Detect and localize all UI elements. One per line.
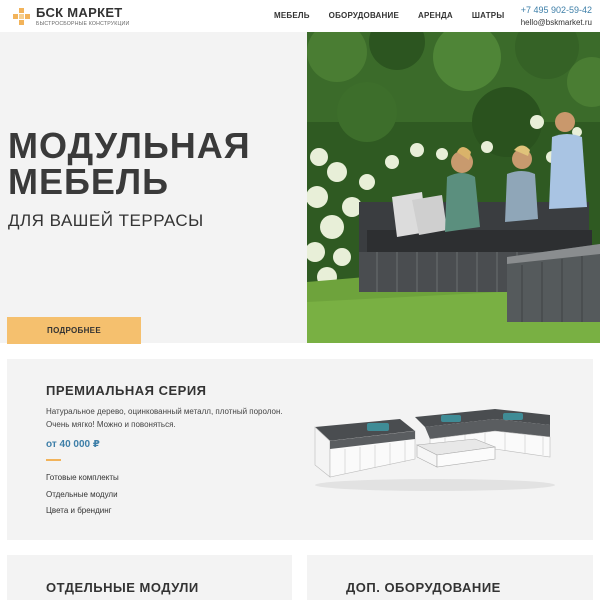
link-ready-sets[interactable]: Готовые комплекты <box>46 473 119 482</box>
nav-item-equipment[interactable]: ОБОРУДОВАНИЕ <box>329 11 399 20</box>
accent-divider <box>46 459 61 461</box>
hero-subtitle: ДЛЯ ВАШЕЙ ТЕРРАСЫ <box>8 211 204 230</box>
nav-item-furniture[interactable]: МЕБЕЛЬ <box>274 11 310 20</box>
separate-modules-title: ОТДЕЛЬНЫЕ МОДУЛИ <box>46 580 199 595</box>
brand-name: БСК МАРКЕТ <box>36 5 123 20</box>
header-contacts: +7 495 902-59-42 hello@bskmarket.ru <box>521 5 592 27</box>
main-nav: МЕБЕЛЬ ОБОРУДОВАНИЕ АРЕНДА ШАТРЫ <box>274 11 523 20</box>
site-header: БСК МАРКЕТ БЫСТРОСБОРНЫЕ КОНСТРУКЦИИ МЕБ… <box>0 0 600 32</box>
link-separate-modules[interactable]: Отдельные модули <box>46 490 119 499</box>
nav-item-rent[interactable]: АРЕНДА <box>418 11 453 20</box>
premium-price: от 40 000 ₽ <box>46 439 100 450</box>
premium-links: Готовые комплекты Отдельные модули Цвета… <box>46 473 119 523</box>
premium-series-card: ПРЕМИАЛЬНАЯ СЕРИЯ Натуральное дерево, оц… <box>7 359 593 540</box>
premium-description: Натуральное дерево, оцинкованный металл,… <box>46 405 316 431</box>
email-link[interactable]: hello@bskmarket.ru <box>521 18 592 27</box>
premium-desc-line1: Натуральное дерево, оцинкованный металл,… <box>46 407 283 416</box>
separate-modules-card[interactable]: ОТДЕЛЬНЫЕ МОДУЛИ <box>7 555 292 600</box>
brand-tagline: БЫСТРОСБОРНЫЕ КОНСТРУКЦИИ <box>36 21 130 27</box>
more-button[interactable]: ПОДРОБНЕЕ <box>7 317 141 344</box>
extra-equipment-title: ДОП. ОБОРУДОВАНИЕ <box>346 580 501 595</box>
logo[interactable]: БСК МАРКЕТ БЫСТРОСБОРНЫЕ КОНСТРУКЦИИ <box>13 6 129 27</box>
hero-title-line1: МОДУЛЬНАЯ <box>8 125 251 166</box>
premium-desc-line2: Очень мягко! Можно и повоняться. <box>46 420 176 429</box>
premium-title: ПРЕМИАЛЬНАЯ СЕРИЯ <box>46 383 207 398</box>
hero-photo <box>307 32 600 343</box>
phone-link[interactable]: +7 495 902-59-42 <box>521 5 592 15</box>
nav-item-tents[interactable]: ШАТРЫ <box>472 11 504 20</box>
hero-title: МОДУЛЬНАЯ МЕБЕЛЬ <box>8 128 251 200</box>
hero-section: МОДУЛЬНАЯ МЕБЕЛЬ ДЛЯ ВАШЕЙ ТЕРРАСЫ ПОДРО… <box>0 32 600 344</box>
link-colors-branding[interactable]: Цвета и брендинг <box>46 506 119 515</box>
premium-sofa-image <box>305 397 557 493</box>
hero-title-line2: МЕБЕЛЬ <box>8 161 170 202</box>
extra-equipment-card[interactable]: ДОП. ОБОРУДОВАНИЕ <box>307 555 593 600</box>
logo-icon <box>13 8 30 25</box>
